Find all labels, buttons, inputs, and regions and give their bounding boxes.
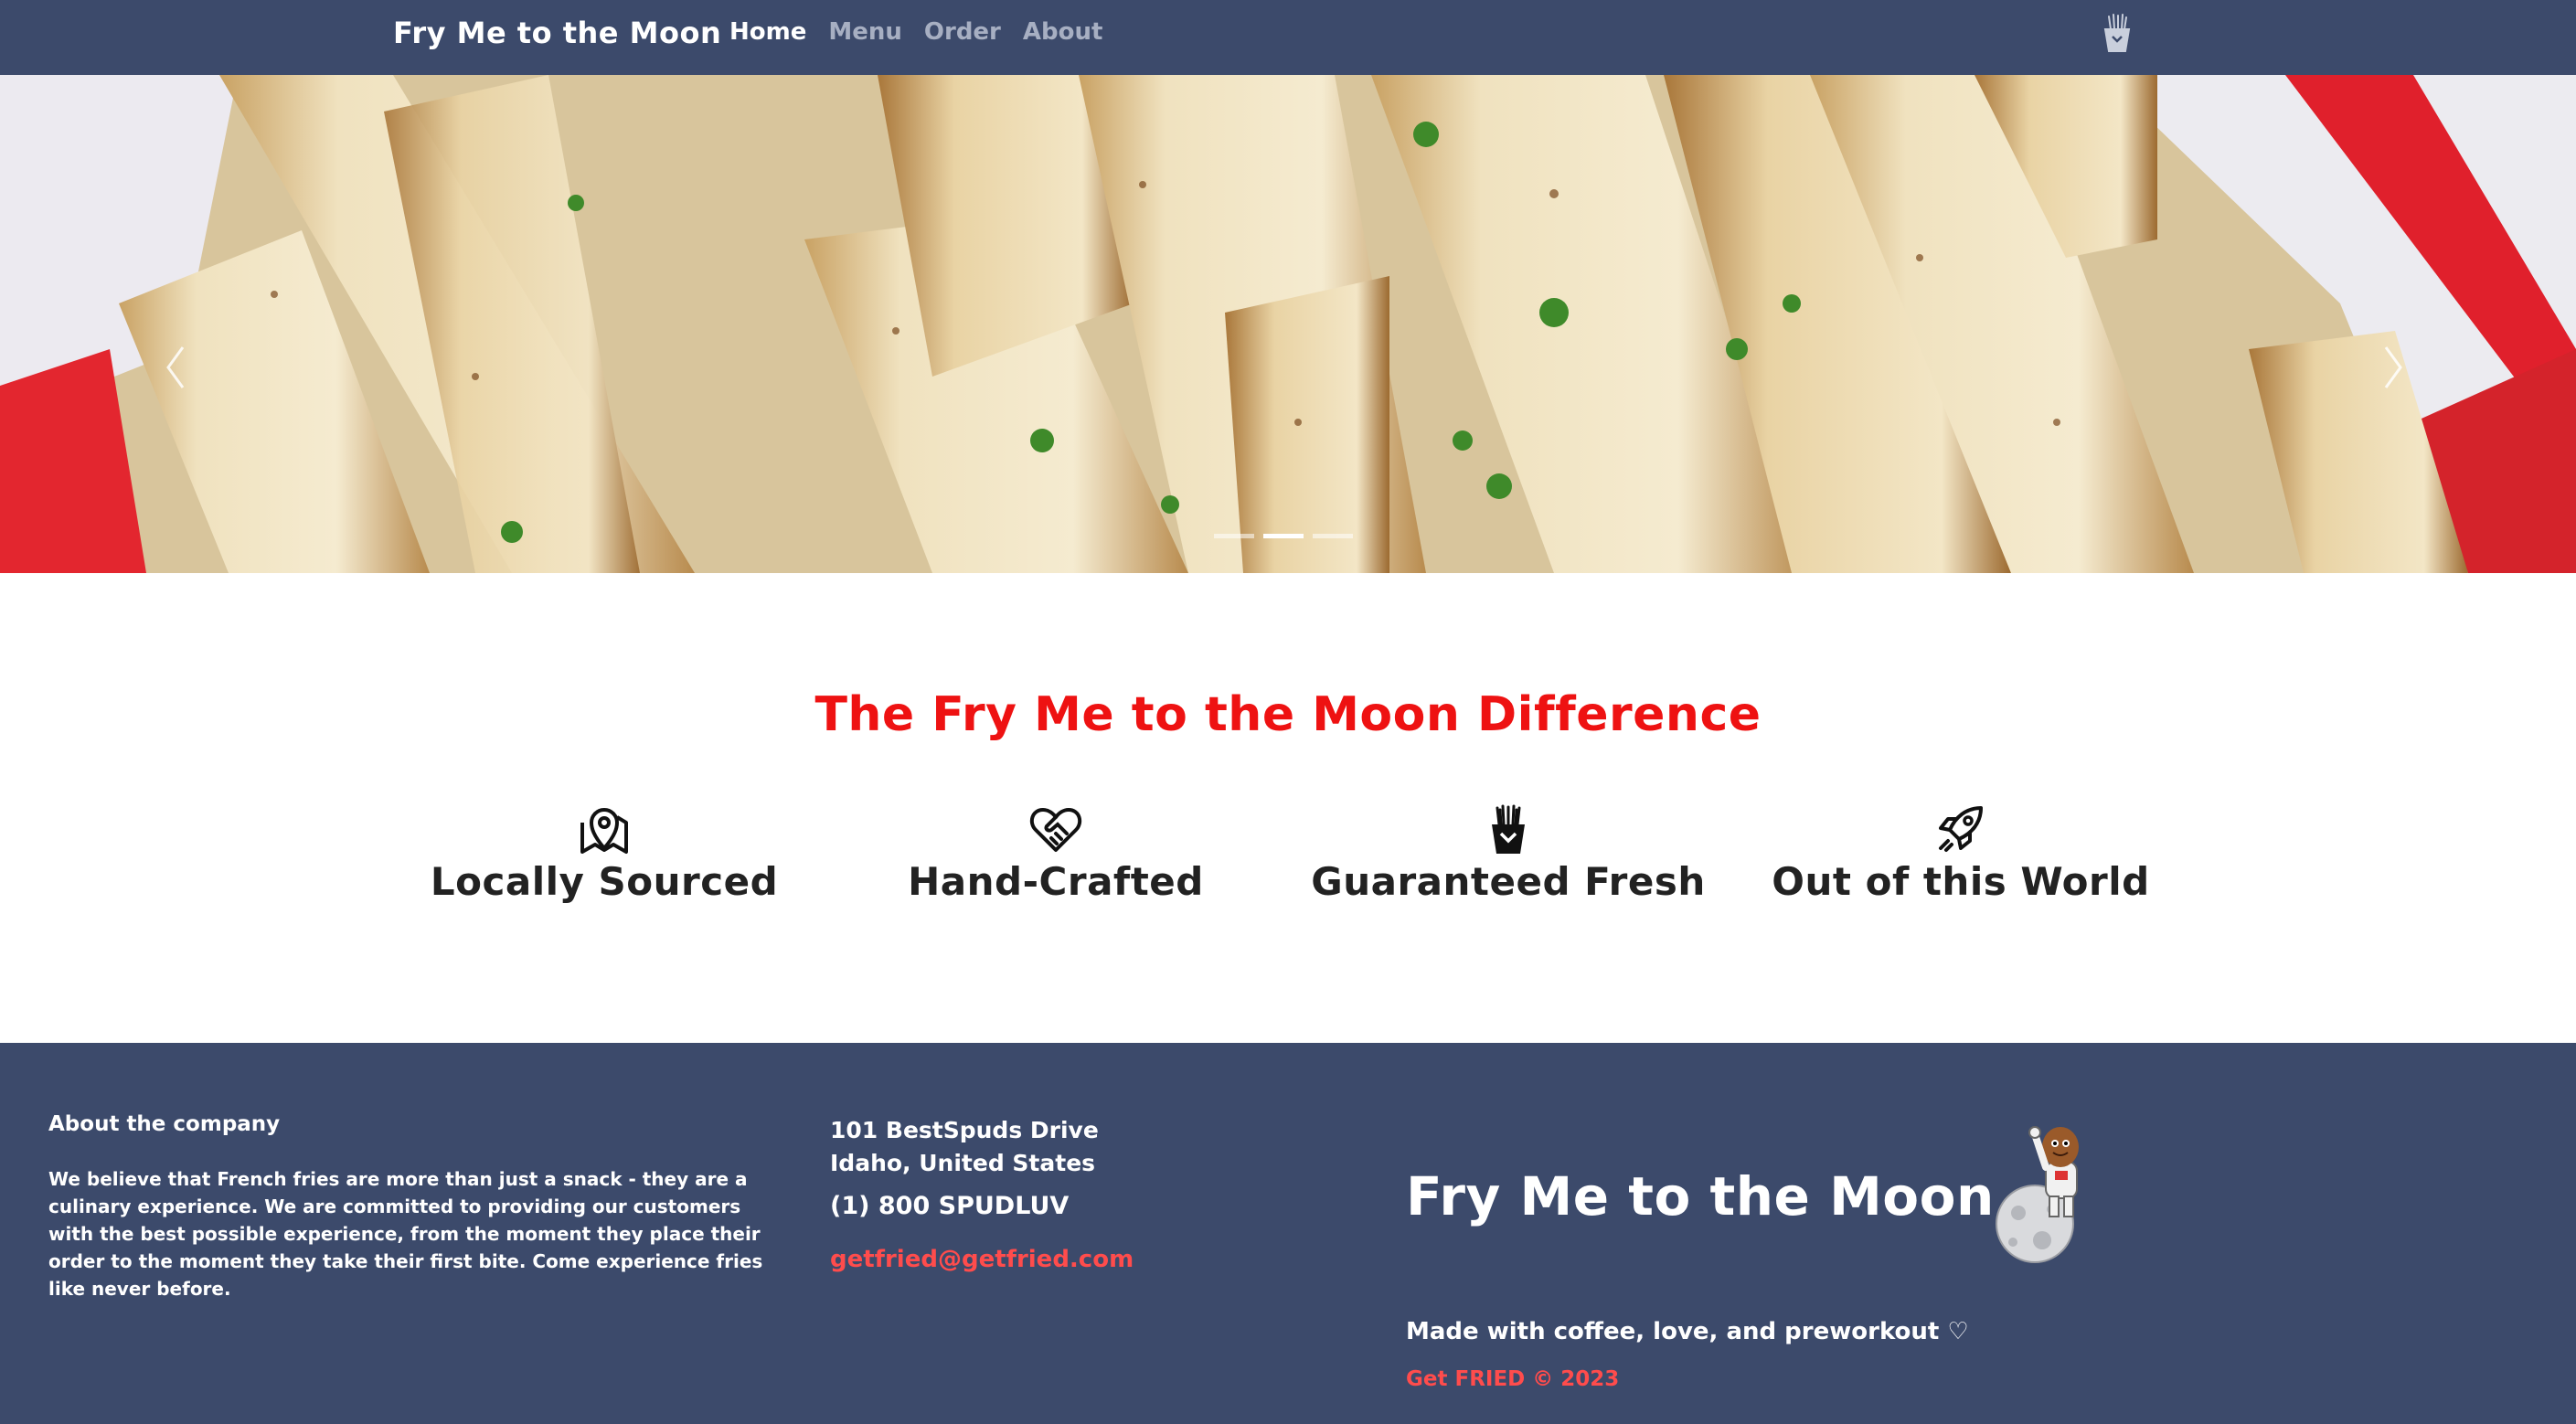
- chevron-right-icon[interactable]: [2375, 340, 2411, 395]
- footer-brand: Fry Me to the Moon: [1406, 1165, 1995, 1227]
- nav-link-order[interactable]: Order: [924, 18, 1001, 46]
- email-link[interactable]: getfried@getfried.com: [830, 1246, 1134, 1273]
- nav-link-home[interactable]: Home: [729, 18, 806, 46]
- potato-astronaut-icon: [1996, 1126, 2079, 1263]
- fries-cart-icon[interactable]: [2102, 13, 2133, 53]
- carousel-indicator-3[interactable]: [1313, 534, 1353, 538]
- chevron-left-icon[interactable]: [157, 340, 194, 395]
- nav-links: Home Menu Order About: [729, 18, 1102, 46]
- navbar-brand[interactable]: Fry Me to the Moon: [393, 16, 721, 50]
- carousel-indicator-1[interactable]: [1214, 534, 1254, 538]
- hero-carousel: [0, 75, 2576, 573]
- nav-link-about[interactable]: About: [1023, 18, 1103, 46]
- carousel-indicators: [1214, 534, 1353, 538]
- heart-handshake-icon: [1029, 808, 1082, 852]
- address-line-1: 101 BestSpuds Drive: [830, 1117, 1099, 1143]
- feature-label: Hand-Crafted: [908, 859, 1204, 904]
- feature-locally-sourced: Locally Sourced: [385, 804, 824, 904]
- tagline: Made with coffee, love, and preworkout ♡: [1406, 1318, 1969, 1345]
- feature-label: Locally Sourced: [430, 859, 779, 904]
- address: 101 BestSpuds Drive Idaho, United States: [830, 1114, 1099, 1180]
- about-text: We believe that French fries are more th…: [48, 1168, 763, 1300]
- footer: About the company We believe that French…: [0, 1043, 2576, 1424]
- feature-guaranteed-fresh: Guaranteed Fresh: [1289, 804, 1728, 904]
- copyright: Get FRIED © 2023: [1406, 1367, 1620, 1391]
- nav-link-menu[interactable]: Menu: [828, 18, 902, 46]
- feature-out-of-this-world: Out of this World: [1741, 804, 2180, 904]
- address-line-2: Idaho, United States: [830, 1150, 1096, 1176]
- difference-title: The Fry Me to the Moon Difference: [814, 687, 1762, 742]
- feature-label: Out of this World: [1772, 859, 2150, 904]
- feature-label: Guaranteed Fresh: [1311, 859, 1706, 904]
- about-heading: About the company: [48, 1112, 281, 1136]
- feature-hand-crafted: Hand-Crafted: [836, 804, 1275, 904]
- carousel-indicator-2[interactable]: [1263, 534, 1304, 538]
- phone-number: (1) 800 SPUDLUV: [830, 1192, 1070, 1220]
- navbar: Fry Me to the Moon Home Menu Order About: [0, 0, 2576, 75]
- map-pin-icon: [580, 808, 628, 854]
- rocket-icon: [1939, 806, 1983, 852]
- fries-icon: [1492, 804, 1525, 854]
- french-fries-image: [0, 75, 2576, 573]
